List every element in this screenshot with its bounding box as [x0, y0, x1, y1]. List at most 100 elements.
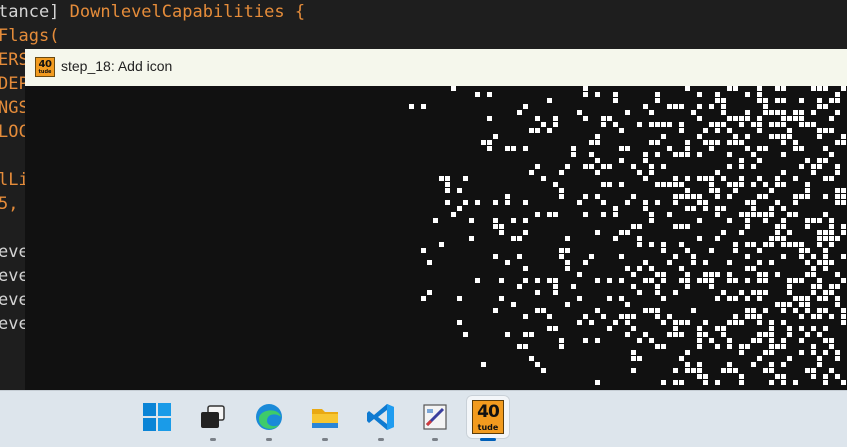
- live-cell: [829, 230, 834, 235]
- live-cell: [511, 236, 516, 241]
- live-cell: [619, 296, 624, 301]
- live-cell: [769, 134, 774, 139]
- live-cell: [661, 242, 666, 247]
- live-cell: [445, 182, 450, 187]
- task-view-icon[interactable]: [191, 395, 235, 441]
- live-cell: [655, 284, 660, 289]
- live-cell: [817, 296, 822, 301]
- live-cell: [817, 362, 822, 367]
- live-cell: [835, 296, 840, 301]
- live-cell: [637, 266, 642, 271]
- live-cell: [469, 218, 474, 223]
- live-cell: [799, 122, 804, 127]
- live-cell: [745, 224, 750, 229]
- live-cell: [829, 290, 834, 295]
- live-cell: [763, 368, 768, 373]
- paint-app-icon[interactable]: [413, 395, 457, 441]
- live-cell: [625, 320, 630, 325]
- 40tude-app-icon[interactable]: 40 tude: [466, 395, 510, 441]
- live-cell: [583, 164, 588, 169]
- live-cell: [775, 236, 780, 241]
- live-cell: [673, 320, 678, 325]
- live-cell: [841, 308, 846, 313]
- live-cell: [799, 338, 804, 343]
- live-cell: [781, 86, 786, 91]
- live-cell: [823, 146, 828, 151]
- live-cell: [655, 290, 660, 295]
- live-cell: [793, 176, 798, 181]
- live-cell: [667, 260, 672, 265]
- live-cell: [823, 194, 828, 199]
- live-cell: [841, 224, 846, 229]
- live-cell: [727, 368, 732, 373]
- file-explorer-icon[interactable]: [303, 395, 347, 441]
- live-cell: [745, 314, 750, 319]
- live-cell: [829, 344, 834, 349]
- live-cell: [655, 308, 660, 313]
- live-cell: [739, 230, 744, 235]
- live-cell: [763, 218, 768, 223]
- window-titlebar[interactable]: 40 tude step_18: Add icon: [25, 49, 847, 87]
- live-cell: [757, 314, 762, 319]
- live-cell: [739, 320, 744, 325]
- live-cell: [745, 146, 750, 151]
- live-cell: [457, 320, 462, 325]
- live-cell: [565, 164, 570, 169]
- live-cell: [703, 200, 708, 205]
- live-cell: [643, 158, 648, 163]
- live-cell: [811, 374, 816, 379]
- live-cell: [697, 278, 702, 283]
- live-cell: [709, 176, 714, 181]
- live-cell: [829, 242, 834, 247]
- live-cell: [625, 230, 630, 235]
- live-cell: [691, 206, 696, 211]
- live-cell: [757, 194, 762, 199]
- live-cell: [553, 212, 558, 217]
- edge-browser-icon[interactable]: [247, 395, 291, 441]
- live-cell: [817, 260, 822, 265]
- live-cell: [763, 146, 768, 151]
- live-cell: [637, 290, 642, 295]
- live-cell: [709, 182, 714, 187]
- live-cell: [697, 200, 702, 205]
- code-line: Flags(: [0, 24, 59, 48]
- live-cell: [739, 176, 744, 181]
- live-cell: [835, 164, 840, 169]
- live-cell: [799, 146, 804, 151]
- live-cell: [493, 218, 498, 223]
- live-cell: [841, 194, 846, 199]
- live-cell: [811, 290, 816, 295]
- live-cell: [535, 116, 540, 121]
- live-cell: [793, 212, 798, 217]
- live-cell: [805, 248, 810, 253]
- live-cell: [757, 98, 762, 103]
- live-cell: [835, 284, 840, 289]
- live-cell: [727, 128, 732, 133]
- live-cell: [535, 308, 540, 313]
- live-cell: [559, 194, 564, 199]
- live-cell: [835, 356, 840, 361]
- live-cell: [577, 200, 582, 205]
- live-cell: [685, 368, 690, 373]
- live-cell: [691, 110, 696, 115]
- live-cell: [757, 260, 762, 265]
- live-cell: [739, 344, 744, 349]
- live-cell: [661, 320, 666, 325]
- live-cell: [751, 206, 756, 211]
- windows-start-icon[interactable]: [135, 395, 179, 439]
- live-cell: [493, 134, 498, 139]
- game-of-life-canvas[interactable]: [25, 86, 847, 390]
- live-cell: [487, 92, 492, 97]
- live-cell: [745, 344, 750, 349]
- live-cell: [655, 92, 660, 97]
- live-cell: [817, 278, 822, 283]
- live-cell: [661, 134, 666, 139]
- live-cell: [781, 98, 786, 103]
- live-cell: [595, 278, 600, 283]
- vscode-icon[interactable]: [359, 395, 403, 441]
- code-token: 5,: [0, 194, 19, 214]
- live-cell: [769, 350, 774, 355]
- live-cell: [835, 374, 840, 379]
- live-cell: [781, 344, 786, 349]
- live-cell: [787, 116, 792, 121]
